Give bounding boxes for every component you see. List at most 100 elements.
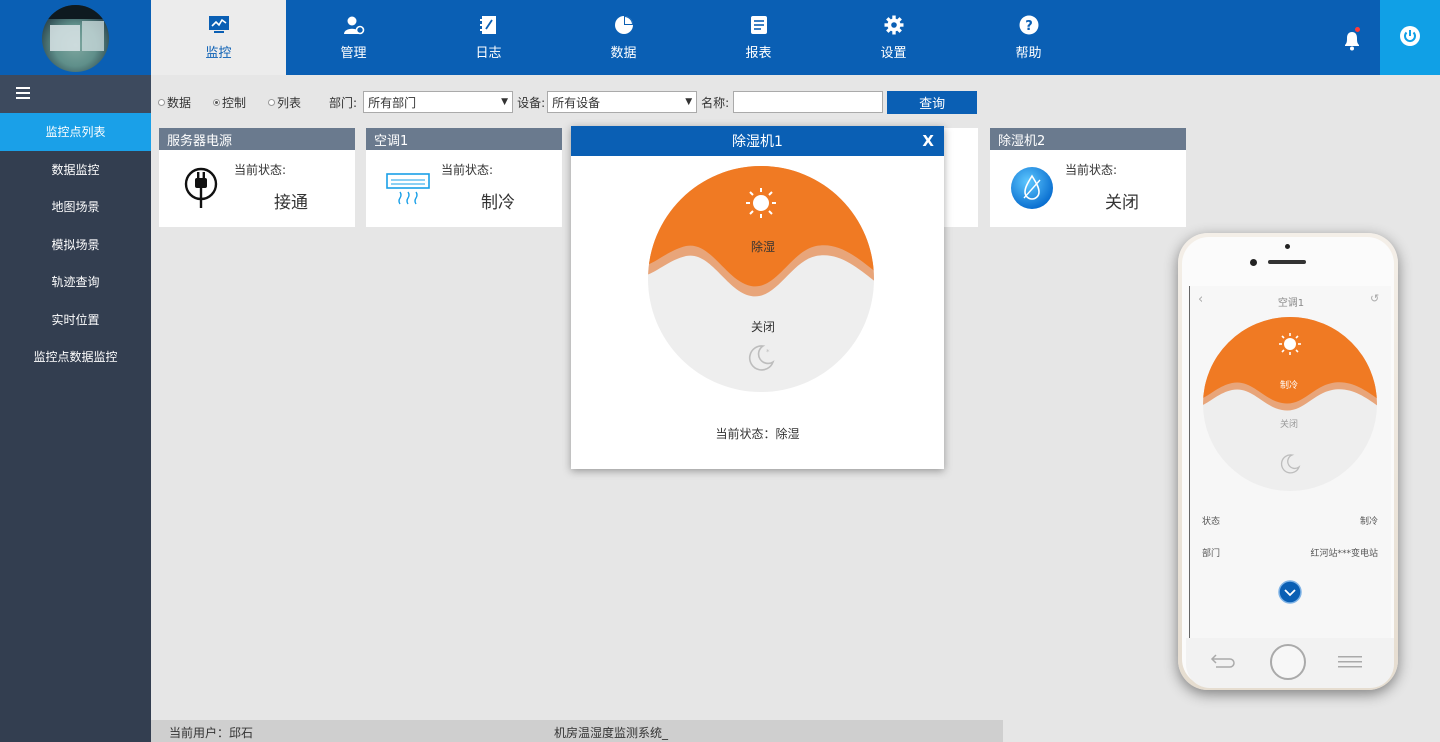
modal-title: 除湿机1	[732, 134, 783, 150]
device-label: 设备:	[517, 95, 546, 110]
nav-item-label: 管理	[340, 46, 367, 61]
radio-circle	[268, 98, 276, 106]
phone-row-value: 制冷	[1359, 517, 1378, 527]
card-status-value: 接通	[274, 193, 308, 213]
radio-list[interactable]: 列表	[268, 94, 301, 111]
radio-label: 数据	[167, 95, 192, 110]
sidebar-item-label: 实时位置	[51, 312, 100, 327]
sidebar-item-track-query[interactable]: 轨迹查询	[0, 263, 151, 301]
card-status-label: 当前状态:	[234, 163, 287, 177]
dept-select-value: 所有部门	[368, 95, 417, 110]
phone-sensor	[1285, 244, 1290, 249]
name-input[interactable]	[733, 91, 884, 113]
close-button[interactable]: X	[922, 132, 934, 150]
sidebar-item-label: 监控点数据监控	[33, 350, 118, 365]
phone-mode-top-label[interactable]: 制冷	[1280, 378, 1298, 391]
main-nav: 监控 管理 日志 数据 报表 设置 ? 帮助	[151, 0, 1096, 75]
card-title: 服务器电源	[159, 128, 355, 150]
device-select[interactable]: 所有设备 ▼	[547, 91, 698, 113]
phone-mode-dial[interactable]	[1190, 314, 1392, 494]
nav-item-help[interactable]: ? 帮助	[961, 0, 1096, 75]
card-status-value: 制冷	[481, 193, 515, 213]
sidebar-item-realtime-position[interactable]: 实时位置	[0, 301, 151, 339]
phone-bottom-bar	[1186, 638, 1394, 688]
dept-select[interactable]: 所有部门 ▼	[363, 91, 514, 113]
phone-row-key: 状态	[1202, 517, 1221, 527]
radio-data[interactable]: 数据	[158, 94, 191, 111]
sidebar-item-data-monitor[interactable]: 数据监控	[0, 151, 151, 189]
top-bar: 监控 管理 日志 数据 报表 设置 ? 帮助	[0, 0, 1440, 75]
nav-item-label: 设置	[880, 46, 907, 61]
system-name: 机房温湿度监测系统_	[554, 726, 669, 740]
card-title: 除湿机2	[990, 128, 1186, 150]
phone-row-status: 状态 制冷	[1202, 514, 1378, 527]
radio-circle	[213, 98, 221, 106]
home-button[interactable]	[1270, 644, 1306, 680]
nav-item-label: 监控	[205, 46, 232, 61]
phone-camera	[1250, 259, 1257, 266]
hamburger-icon	[16, 86, 30, 102]
radio-label: 控制	[222, 95, 247, 110]
sidebar: 监控点列表 数据监控 地图场景 模拟场景 轨迹查询 实时位置 监控点数据监控	[0, 75, 151, 742]
water-drop-icon	[1010, 166, 1054, 210]
sidebar-item-monitor-points[interactable]: 监控点列表	[0, 113, 151, 151]
card-status-label: 当前状态:	[441, 163, 494, 177]
status-footer: 当前用户：邱石 机房温湿度监测系统_	[151, 720, 1003, 742]
phone-row-value: 红河站***变电站	[1310, 549, 1378, 559]
nav-item-label: 数据	[610, 46, 637, 61]
device-control-modal: 除湿机1 X * 除湿 关闭 当前状态：除湿	[571, 126, 944, 469]
nav-item-label: 帮助	[1015, 46, 1042, 61]
notification-dot	[1355, 27, 1360, 32]
menu-lines-icon[interactable]	[1338, 656, 1362, 671]
power-icon	[1399, 25, 1421, 50]
device-card[interactable]: 服务器电源 当前状态: 接通	[159, 128, 355, 227]
air-conditioner-icon	[386, 166, 430, 210]
sidebar-item-label: 轨迹查询	[51, 275, 100, 290]
modal-header: 除湿机1 X	[571, 126, 944, 156]
phone-screen: ‹ 空调1 ↺ 制冷 关闭 状态 制冷 部门 红河站***变电站	[1189, 286, 1391, 638]
phone-speaker	[1268, 260, 1306, 264]
report-icon	[748, 14, 770, 36]
refresh-icon[interactable]: ↺	[1370, 292, 1379, 305]
mode-bottom-label[interactable]: 关闭	[751, 318, 775, 335]
radio-label: 列表	[277, 95, 302, 110]
menu-toggle-button[interactable]	[0, 75, 151, 113]
phone-row-dept: 部门 红河站***变电站	[1202, 546, 1378, 559]
chevron-down-circle-icon[interactable]	[1278, 580, 1302, 604]
back-arrow-icon[interactable]	[1210, 652, 1238, 671]
avatar[interactable]	[42, 5, 109, 72]
nav-item-log[interactable]: 日志	[421, 0, 556, 75]
phone-mode-bottom-label[interactable]: 关闭	[1280, 417, 1298, 430]
radio-circle	[158, 98, 165, 106]
pie-chart-icon	[613, 14, 635, 36]
query-button[interactable]: 查询	[887, 90, 978, 114]
nav-item-data[interactable]: 数据	[556, 0, 691, 75]
sidebar-item-point-data-monitor[interactable]: 监控点数据监控	[0, 338, 151, 376]
nav-item-settings[interactable]: 设置	[826, 0, 961, 75]
logout-button[interactable]	[1380, 0, 1440, 75]
bell-icon[interactable]	[1340, 28, 1364, 52]
card-status-label: 当前状态:	[1065, 163, 1118, 177]
caret-down-icon: ▼	[501, 97, 509, 107]
device-card[interactable]: 空调1 当前状态: 制冷	[366, 128, 562, 227]
nav-item-monitor[interactable]: 监控	[151, 0, 286, 75]
card-title: 空调1	[366, 128, 562, 150]
help-icon: ?	[1018, 14, 1040, 36]
gear-icon	[883, 14, 905, 36]
mode-top-label[interactable]: 除湿	[751, 238, 775, 255]
sidebar-item-sim-scene[interactable]: 模拟场景	[0, 226, 151, 264]
filter-bar: 数据 控制 列表 部门: 所有部门 ▼ 设备: 所有设备 ▼ 名称: 查询	[158, 90, 978, 114]
notebook-icon	[478, 14, 500, 36]
radio-control[interactable]: 控制	[213, 94, 246, 111]
device-card[interactable]: 除湿机2 当前状态: 关闭	[990, 128, 1186, 227]
mode-dial[interactable]: *	[571, 156, 944, 406]
svg-text:?: ?	[1025, 19, 1033, 34]
sidebar-item-map-scene[interactable]: 地图场景	[0, 188, 151, 226]
sidebar-item-label: 模拟场景	[51, 237, 100, 252]
nav-item-label: 报表	[745, 46, 772, 61]
device-select-value: 所有设备	[552, 95, 601, 110]
nav-item-label: 日志	[475, 46, 502, 61]
nav-item-report[interactable]: 报表	[691, 0, 826, 75]
nav-item-manage[interactable]: 管理	[286, 0, 421, 75]
current-user: 当前用户：邱石	[169, 726, 254, 740]
